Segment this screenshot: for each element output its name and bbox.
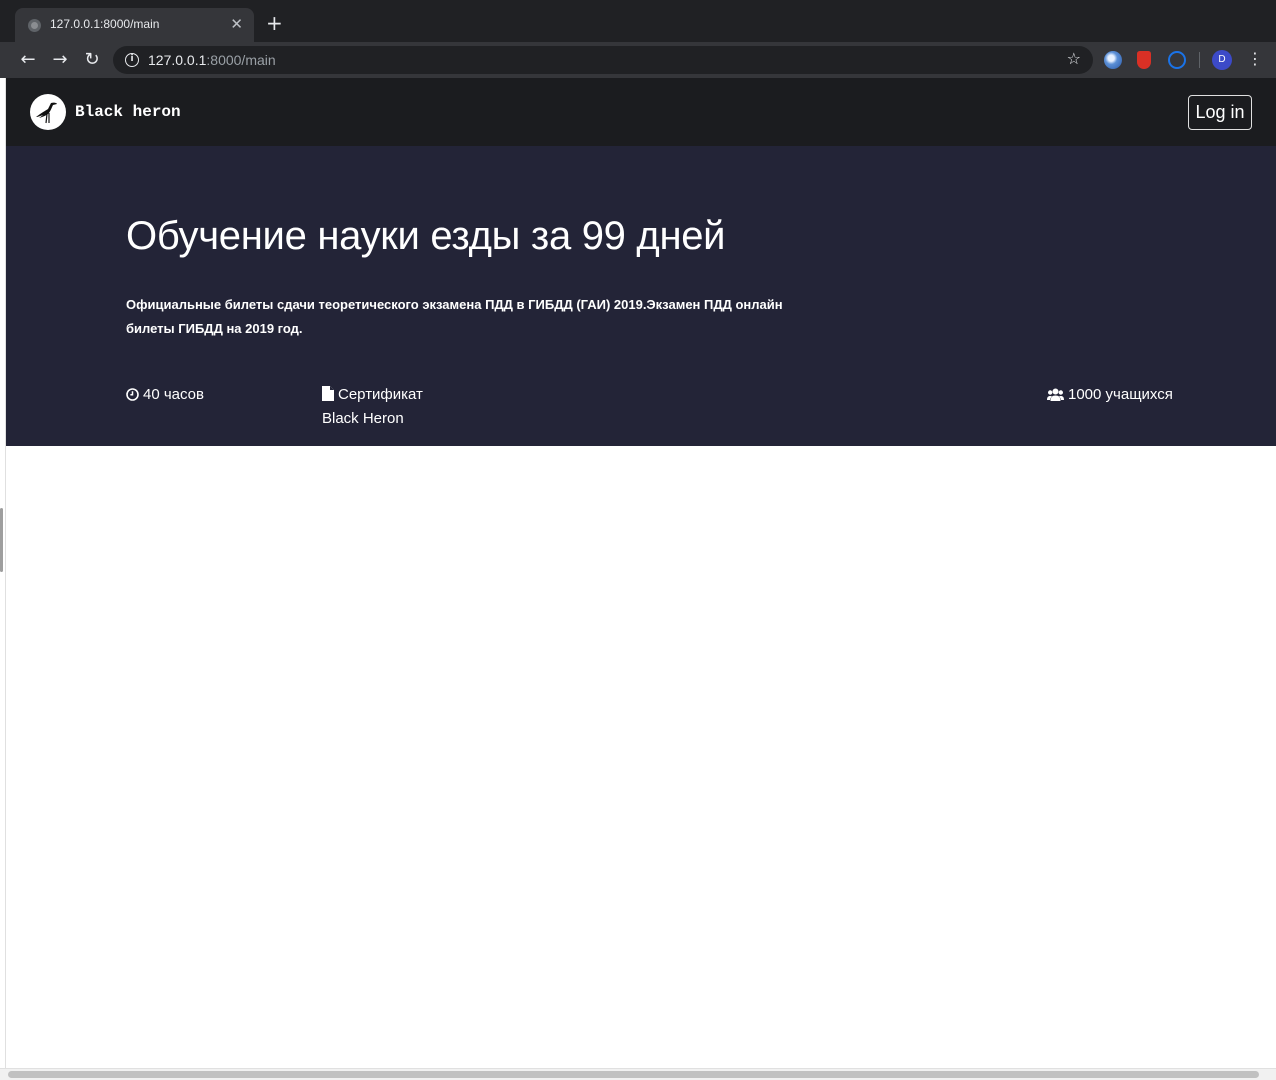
profile-avatar[interactable]: D [1212,50,1232,70]
toolbar-divider [1199,52,1200,68]
browser-tabstrip: 127.0.0.1:8000/main ✕ + [0,0,1276,42]
info-icon[interactable]: i [125,53,139,67]
browser-toolbar: ← → ↻ i 127.0.0.1:8000/main ☆ D ⋮ [0,42,1276,78]
students-text: 1000 учащихся [1068,386,1173,403]
new-tab-button[interactable]: + [266,12,283,34]
clock-icon [126,386,139,408]
hero-section: Обучение науки езды за 99 дней Официальн… [6,146,1276,446]
heron-logo-icon[interactable] [30,94,66,130]
hero-title: Обучение науки езды за 99 дней [126,214,726,258]
certificate-line2: Black Heron [322,410,404,427]
address-bar[interactable]: i 127.0.0.1:8000/main ☆ [113,46,1093,74]
shield-extension-icon[interactable] [1137,51,1151,69]
scrollbar-thumb[interactable] [8,1071,1259,1078]
url-text: 127.0.0.1:8000/main [148,52,276,68]
site-navbar: Black heron Log in [6,78,1276,146]
students-stat: 1000 учащихся [1047,384,1173,408]
forward-button[interactable]: → [49,49,71,71]
globe-icon [28,19,41,32]
back-button[interactable]: ← [17,49,39,71]
duration-stat: 40 часов [126,384,204,408]
resize-handle[interactable] [0,508,3,572]
web-page: Black heron Log in Обучение науки езды з… [6,78,1276,1068]
file-icon [322,386,334,408]
users-icon [1047,386,1064,408]
share-extension-icon[interactable] [1168,51,1186,69]
bookmark-star-icon[interactable]: ☆ [1067,49,1081,69]
reload-button[interactable]: ↻ [81,49,103,71]
duration-text: 40 часов [143,386,204,403]
close-icon[interactable]: ✕ [230,15,243,33]
login-button[interactable]: Log in [1188,95,1252,130]
brand-name[interactable]: Black heron [75,103,181,121]
hero-description: Официальные билеты сдачи теоретического … [126,297,783,336]
kebab-menu-icon[interactable]: ⋮ [1247,48,1263,70]
globe-extension-icon[interactable] [1104,51,1122,69]
certificate-line1: Сертификат [338,386,423,403]
browser-tab[interactable]: 127.0.0.1:8000/main ✕ [15,8,254,42]
horizontal-scrollbar[interactable] [0,1068,1276,1080]
certificate-stat: Сертификат Black Heron [322,384,423,430]
tab-title: 127.0.0.1:8000/main [50,17,160,31]
